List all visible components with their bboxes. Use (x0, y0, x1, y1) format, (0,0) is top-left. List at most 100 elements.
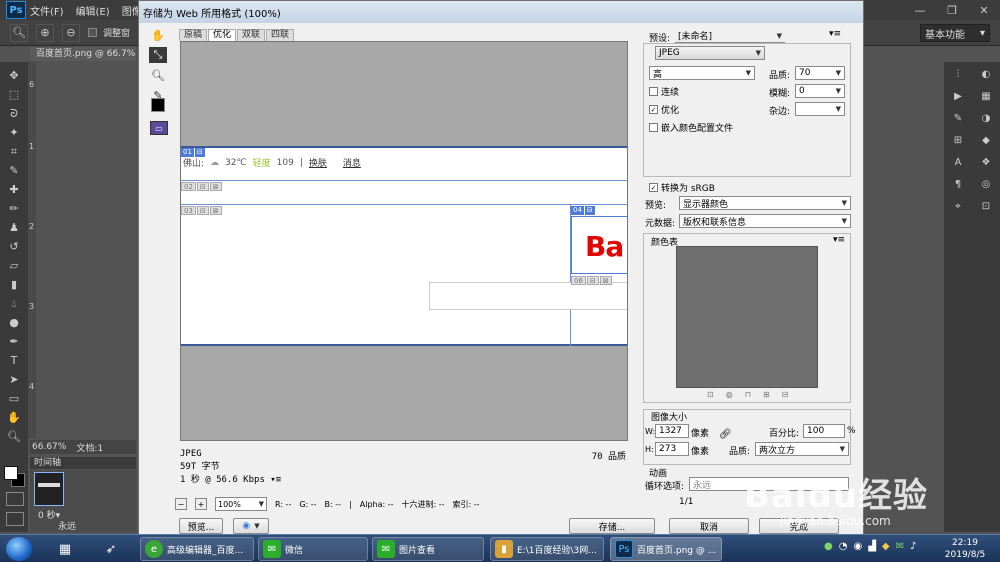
embed-profile-option[interactable]: 嵌入颜色配置文件 (649, 121, 733, 134)
maximize-icon[interactable]: ❐ (936, 0, 968, 20)
eyedropper-tool-icon[interactable]: ✎ (4, 161, 24, 180)
minimize-icon[interactable]: — (904, 0, 936, 20)
swatches-panel-icon[interactable]: ▦ (977, 88, 995, 104)
zoom-in-icon[interactable]: ⊕ (36, 23, 54, 42)
slice-02-badge[interactable]: 02 ⊟ ⊠ (181, 182, 222, 191)
color-table-menu-icon[interactable]: ▾≡ (833, 235, 845, 245)
task-wechat[interactable]: ✉ 微信 (258, 537, 368, 561)
progressive-option[interactable]: 连续 (649, 85, 679, 98)
zoom-in-button[interactable]: + (195, 498, 207, 510)
brush-panel-icon[interactable]: ✎ (949, 110, 967, 126)
shape-tool-icon[interactable]: ▭ (4, 389, 24, 408)
feather-app-icon[interactable]: ➶ (94, 538, 128, 560)
loop-option[interactable]: 永远 (58, 519, 76, 532)
quality-input[interactable]: 70 ▼ (795, 66, 845, 80)
hand-tool-icon[interactable]: ✋ (4, 408, 24, 427)
close-icon[interactable]: ✕ (968, 0, 1000, 20)
history-panel-icon[interactable]: ⫶ (949, 66, 967, 82)
width-input[interactable]: 1327 (655, 424, 689, 438)
tray-signal-icon[interactable]: ▟ (868, 541, 876, 552)
tray-green-icon[interactable]: ● (824, 541, 833, 552)
color-table-grid[interactable] (676, 246, 818, 388)
progressive-checkbox[interactable] (649, 87, 658, 96)
toggle-slice-visibility-icon[interactable]: ▭ (150, 121, 168, 135)
brush-tool-icon[interactable]: ✏ (4, 199, 24, 218)
preview-select[interactable]: 显示器颜色 ▼ (679, 196, 851, 210)
tab-2up[interactable]: 双联 (237, 29, 266, 41)
message-link[interactable]: 消息 (343, 156, 361, 169)
zoom-tool-icon[interactable]: 🔍︎ (4, 427, 24, 446)
tool-preset-icon[interactable]: ⌖ (949, 198, 967, 214)
zoom-select[interactable]: 100% ▼ (215, 497, 267, 511)
slice-04-badge[interactable]: 04 ⊟ (571, 206, 595, 215)
zoom-tool-icon[interactable]: 🔍︎ (10, 23, 28, 42)
crop-tool-icon[interactable]: ⌗ (4, 142, 24, 161)
calculator-icon[interactable]: ▦ (48, 538, 82, 560)
timeline-tab[interactable]: 时间轴 (30, 457, 136, 469)
paths-panel-icon[interactable]: ⊡ (977, 198, 995, 214)
resize-window-checkbox[interactable] (88, 28, 97, 37)
clone-panel-icon[interactable]: ⊞ (949, 132, 967, 148)
embed-profile-checkbox[interactable] (649, 123, 658, 132)
tab-optimized[interactable]: 优化 (208, 29, 237, 41)
stamp-tool-icon[interactable]: ♟ (4, 218, 24, 237)
hand-icon[interactable]: ✋ (149, 27, 167, 43)
optimized-option[interactable]: ✓ 优化 (649, 103, 679, 116)
zoom-out-button[interactable]: − (175, 498, 187, 510)
task-browser[interactable]: e 高级编辑器_百度... (140, 537, 254, 561)
new-color-icon[interactable]: ⊞ (763, 390, 770, 399)
quick-mask-icon[interactable] (6, 492, 24, 506)
marquee-tool-icon[interactable]: ⬚ (4, 85, 24, 104)
screen-mode-icon[interactable] (6, 512, 24, 526)
workspace-select[interactable]: 基本功能 ▾ (920, 24, 990, 42)
map-color-icon[interactable]: ⊡ (707, 390, 714, 399)
task-image-viewer[interactable]: ✉ 图片查看 (372, 537, 484, 561)
system-clock[interactable]: 22:19 2019/8/5 (938, 537, 992, 561)
tray-wechat-icon[interactable]: ✉ (896, 541, 904, 552)
percent-input[interactable]: 100 (803, 424, 845, 438)
web-snap-icon[interactable]: ◍ (726, 390, 733, 399)
blur-tool-icon[interactable]: 💧︎ (4, 294, 24, 313)
type-tool-icon[interactable]: T (4, 351, 24, 370)
task-explorer[interactable]: ▮ E:\1百度经验\3网... (490, 537, 604, 561)
adjustments-panel-icon[interactable]: ◑ (977, 110, 995, 126)
gradient-tool-icon[interactable]: ▮ (4, 275, 24, 294)
task-photoshop[interactable]: Ps 百度首页.png @ ... (610, 537, 722, 561)
slice-03-badge[interactable]: 03 ⊟ ⊠ (181, 206, 222, 215)
tray-speaker-icon[interactable]: ♪ (910, 541, 916, 552)
blur-input[interactable]: 0 ▼ (795, 84, 845, 98)
convert-srgb-checkbox[interactable]: ✓ (649, 183, 658, 192)
tray-shield-icon[interactable]: ◆ (882, 541, 890, 552)
height-input[interactable]: 273 (655, 442, 689, 456)
tray-volume-icon[interactable]: ◉ (853, 541, 862, 552)
preview-button[interactable]: 预览... (179, 518, 223, 534)
link-constrain-icon[interactable]: 🔗︎ (719, 429, 732, 440)
panel-menu-icon[interactable]: ▾≡ (829, 29, 841, 39)
convert-srgb-option[interactable]: ✓ 转换为 sRGB (649, 181, 715, 194)
pen-tool-icon[interactable]: ✒ (4, 332, 24, 351)
quality-level-select[interactable]: 高 ▼ (649, 66, 755, 80)
quick-select-tool-icon[interactable]: ✦ (4, 123, 24, 142)
history-brush-icon[interactable]: ↺ (4, 237, 24, 256)
download-time[interactable]: 1 秒 @ 56.6 Kbps ▾≡ (180, 472, 628, 485)
frame-delay[interactable]: 0 秒▾ (38, 508, 60, 521)
lock-color-icon[interactable]: ⊓ (745, 390, 751, 399)
eraser-tool-icon[interactable]: ▱ (4, 256, 24, 275)
play-panel-icon[interactable]: ▶ (949, 88, 967, 104)
foreground-color-swatch[interactable] (4, 466, 18, 480)
dodge-tool-icon[interactable]: ● (4, 313, 24, 332)
save-button[interactable]: 存储... (569, 518, 655, 534)
matte-select[interactable]: ▼ (795, 102, 845, 116)
layers-panel-icon[interactable]: ❖ (977, 154, 995, 170)
healing-tool-icon[interactable]: ✚ (4, 180, 24, 199)
animation-frame[interactable] (34, 472, 64, 506)
skin-link[interactable]: 换肤 (309, 156, 327, 169)
tab-4up[interactable]: 四联 (266, 29, 295, 41)
paragraph-panel-icon[interactable]: ¶ (949, 176, 967, 192)
tray-network-icon[interactable]: ◔ (839, 541, 848, 552)
zoom-out-icon[interactable]: ⊖ (62, 23, 80, 42)
zoom-level[interactable]: 66.67% (32, 442, 66, 452)
document-tab[interactable]: 百度首页.png @ 66.7% ( (30, 47, 136, 61)
start-button[interactable] (6, 537, 32, 561)
move-tool-icon[interactable]: ✥ (4, 66, 24, 85)
